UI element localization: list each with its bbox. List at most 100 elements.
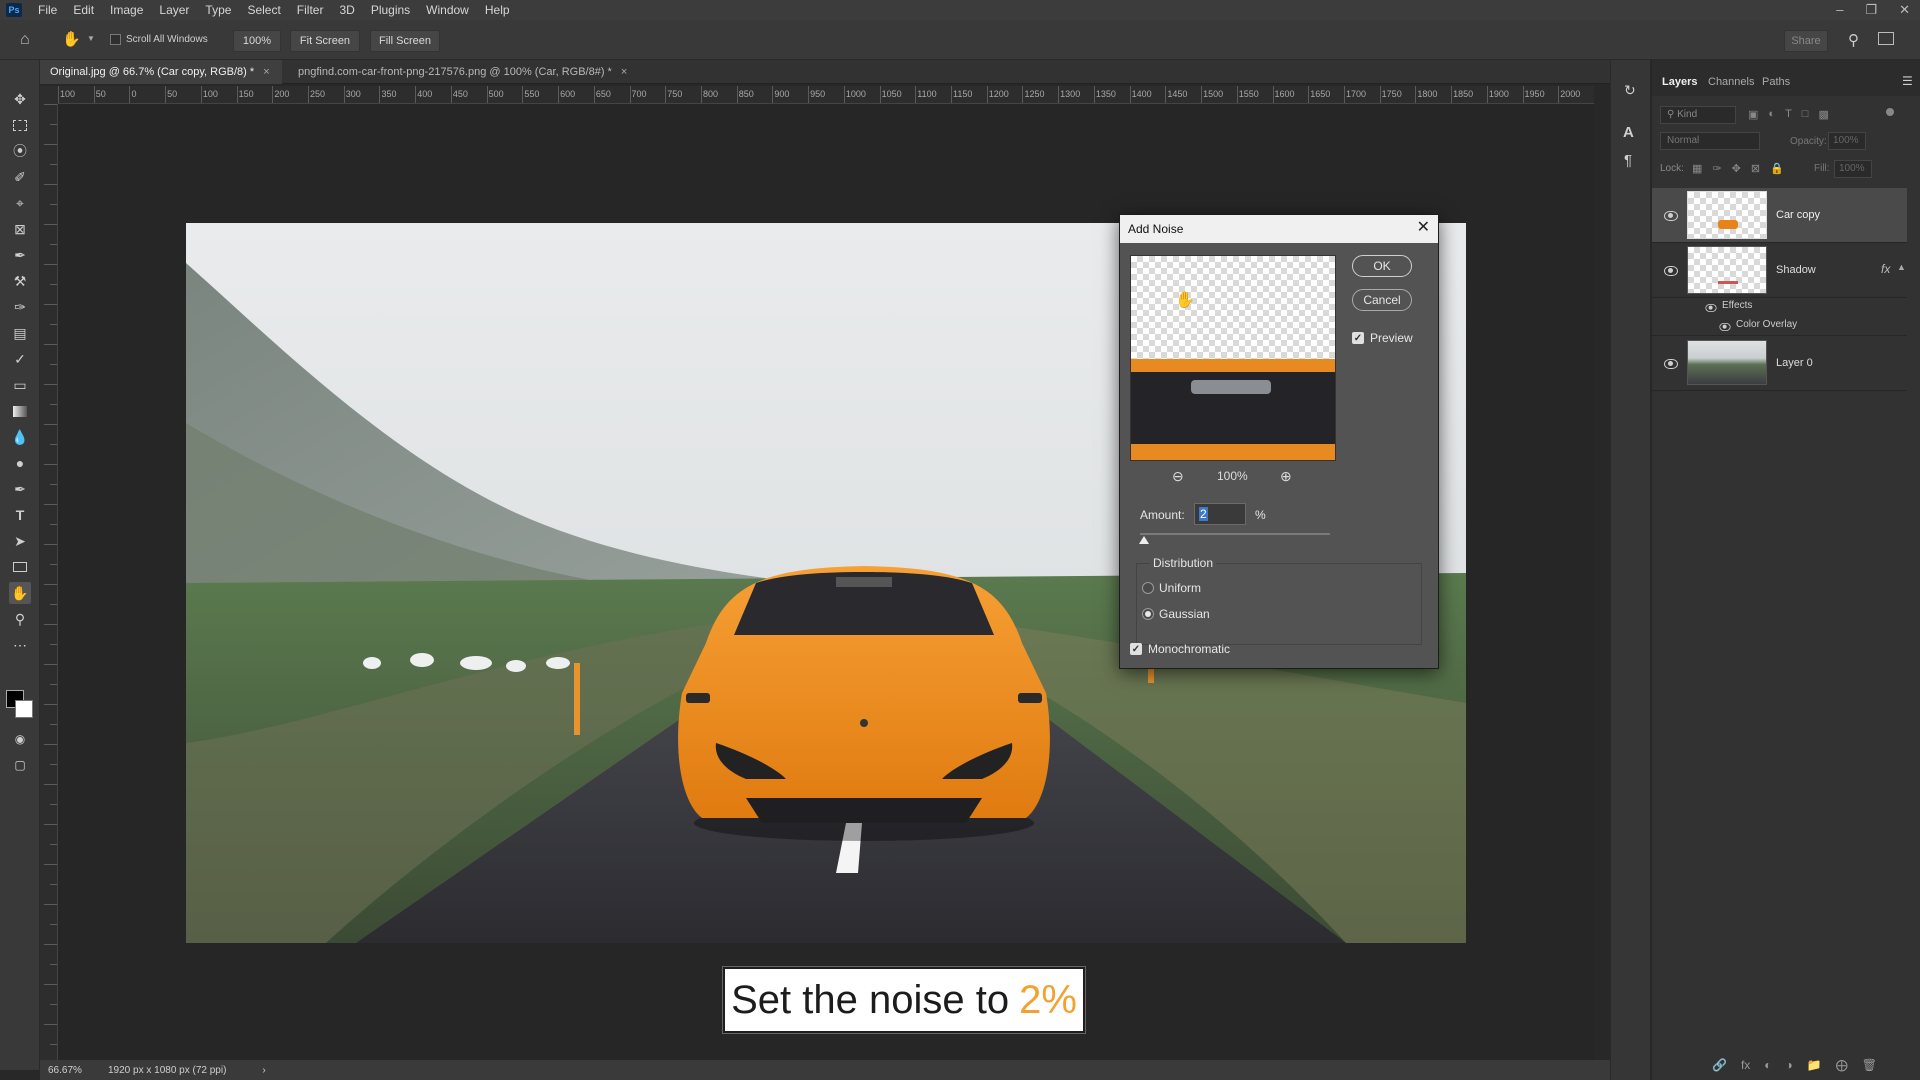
link-layers-icon[interactable]: 🔗: [1712, 1058, 1727, 1072]
lock-position-icon[interactable]: ✥: [1732, 162, 1741, 175]
filter-type-icon[interactable]: T: [1785, 108, 1792, 121]
lock-pixels-icon[interactable]: ✑: [1712, 162, 1721, 175]
eraser-tool-icon[interactable]: ▭: [9, 374, 31, 396]
menu-file[interactable]: File: [30, 0, 65, 20]
fill-input[interactable]: 100%: [1834, 160, 1872, 178]
zoom-tool-icon[interactable]: ⚲: [9, 608, 31, 630]
color-overlay-label[interactable]: Color Overlay: [1736, 319, 1797, 330]
crop-tool-icon[interactable]: ⌖: [9, 192, 31, 214]
background-color-swatch[interactable]: [15, 700, 33, 718]
clone-stamp-tool-icon[interactable]: ▤: [9, 322, 31, 344]
amount-slider-track[interactable]: [1140, 533, 1330, 535]
new-adjustment-icon[interactable]: ◑: [1786, 1058, 1793, 1072]
tab-original[interactable]: Original.jpg @ 66.7% (Car copy, RGB/8) *…: [40, 60, 282, 84]
blend-mode-select[interactable]: Normal: [1660, 132, 1760, 150]
search-icon[interactable]: ⚲: [1848, 31, 1859, 49]
menu-help[interactable]: Help: [477, 0, 518, 20]
quick-mask-icon[interactable]: ◉: [9, 728, 31, 750]
filter-smart-object-icon[interactable]: ▩: [1818, 108, 1828, 121]
panel-menu-icon[interactable]: ☰: [1902, 74, 1913, 88]
paragraph-icon[interactable]: ¶: [1624, 152, 1632, 169]
menu-edit[interactable]: Edit: [65, 0, 102, 20]
lasso-tool-icon[interactable]: ⦿: [9, 140, 31, 162]
preview-checkbox[interactable]: ✓: [1352, 332, 1364, 344]
close-window-icon[interactable]: ✕: [1899, 0, 1910, 20]
chevron-right-icon[interactable]: ›: [262, 1065, 265, 1076]
tab-pngfind[interactable]: pngfind.com-car-front-png-217576.png @ 1…: [288, 60, 637, 84]
home-icon[interactable]: ⌂: [20, 31, 30, 49]
move-tool-icon[interactable]: ✥: [9, 88, 31, 110]
quick-select-tool-icon[interactable]: ✐: [9, 166, 31, 188]
character-icon[interactable]: A: [1623, 124, 1634, 141]
visibility-eye-icon[interactable]: [1664, 211, 1678, 221]
new-layer-icon[interactable]: ⨁: [1836, 1058, 1848, 1072]
share-button[interactable]: Share: [1784, 30, 1828, 52]
screen-mode-icon[interactable]: ▢: [9, 754, 31, 776]
scroll-all-windows-checkbox[interactable]: [110, 34, 121, 45]
chevron-up-icon[interactable]: ▲: [1897, 262, 1906, 272]
visibility-eye-icon[interactable]: [1664, 266, 1678, 276]
tab-layers[interactable]: Layers: [1662, 76, 1697, 88]
menu-window[interactable]: Window: [418, 0, 477, 20]
workspace-icon[interactable]: [1878, 32, 1894, 45]
frame-tool-icon[interactable]: ⊠: [9, 218, 31, 240]
blur-tool-icon[interactable]: 💧: [9, 426, 31, 448]
delete-layer-icon[interactable]: 🗑: [1862, 1058, 1877, 1072]
amount-slider-thumb[interactable]: [1138, 536, 1149, 544]
healing-brush-tool-icon[interactable]: ⚒: [9, 270, 31, 292]
monochromatic-label[interactable]: Monochromatic: [1148, 642, 1230, 656]
lock-transparent-icon[interactable]: ▦: [1692, 162, 1702, 175]
visibility-eye-icon[interactable]: [1664, 359, 1678, 369]
filter-shape-icon[interactable]: □: [1802, 108, 1809, 121]
hand-tool-icon[interactable]: ✋: [62, 30, 81, 48]
close-icon[interactable]: ×: [263, 66, 269, 78]
fill-screen-button[interactable]: Fill Screen: [370, 30, 440, 52]
pen-tool-icon[interactable]: ✒: [9, 478, 31, 500]
brush-tool-icon[interactable]: ✑: [9, 296, 31, 318]
path-selection-tool-icon[interactable]: ➤: [9, 530, 31, 552]
lock-artboard-icon[interactable]: ⊠: [1751, 162, 1760, 175]
hand-tool-icon[interactable]: ✋: [9, 582, 31, 604]
history-icon[interactable]: ↻: [1624, 82, 1636, 99]
rectangle-tool-icon[interactable]: [9, 556, 31, 578]
layer-effects-fx-icon[interactable]: fx: [1881, 262, 1890, 276]
lock-all-icon[interactable]: 🔒: [1770, 162, 1784, 175]
eyedropper-tool-icon[interactable]: ✒: [9, 244, 31, 266]
effects-visibility-eye-icon[interactable]: [1705, 304, 1717, 312]
menu-image[interactable]: Image: [102, 0, 151, 20]
menu-layer[interactable]: Layer: [151, 0, 197, 20]
filter-preview[interactable]: ✋: [1130, 255, 1336, 461]
filter-pixel-icon[interactable]: ▣: [1748, 108, 1758, 121]
layer-row-layer-0[interactable]: Layer 0: [1652, 336, 1907, 391]
layer-row-car-copy[interactable]: Car copy: [1652, 188, 1907, 243]
type-tool-icon[interactable]: T: [9, 504, 31, 526]
monochromatic-checkbox[interactable]: ✓: [1130, 643, 1142, 655]
dialog-title-bar[interactable]: Add Noise ✕: [1120, 215, 1438, 243]
uniform-radio[interactable]: [1142, 582, 1154, 594]
menu-3d[interactable]: 3D: [331, 0, 362, 20]
close-icon[interactable]: ×: [621, 66, 627, 78]
restore-icon[interactable]: ❐: [1865, 0, 1877, 20]
add-mask-icon[interactable]: ◐: [1764, 1058, 1771, 1072]
status-zoom[interactable]: 66.67%: [48, 1065, 98, 1076]
close-icon[interactable]: ✕: [1417, 219, 1430, 237]
uniform-label[interactable]: Uniform: [1159, 581, 1201, 595]
tab-paths[interactable]: Paths: [1762, 76, 1790, 88]
menu-plugins[interactable]: Plugins: [363, 0, 418, 20]
layer-row-shadow[interactable]: Shadow fx ▲: [1652, 243, 1907, 298]
zoom-in-icon[interactable]: ⊕: [1280, 468, 1292, 485]
more-tools-icon[interactable]: ⋯: [9, 634, 31, 656]
filter-adjustment-icon[interactable]: ◐: [1768, 108, 1775, 121]
zoom-100-button[interactable]: 100%: [233, 30, 281, 52]
fit-screen-button[interactable]: Fit Screen: [290, 30, 360, 52]
dodge-tool-icon[interactable]: ●: [9, 452, 31, 474]
cancel-button[interactable]: Cancel: [1352, 289, 1412, 311]
amount-input[interactable]: 2: [1194, 503, 1246, 525]
zoom-out-icon[interactable]: ⊖: [1172, 468, 1184, 485]
menu-type[interactable]: Type: [197, 0, 239, 20]
add-style-fx-icon[interactable]: fx: [1741, 1058, 1750, 1072]
gaussian-radio[interactable]: [1142, 608, 1154, 620]
gradient-tool-icon[interactable]: [9, 400, 31, 422]
filter-toggle-icon[interactable]: [1886, 108, 1894, 116]
chevron-down-icon[interactable]: ▼: [87, 34, 95, 43]
